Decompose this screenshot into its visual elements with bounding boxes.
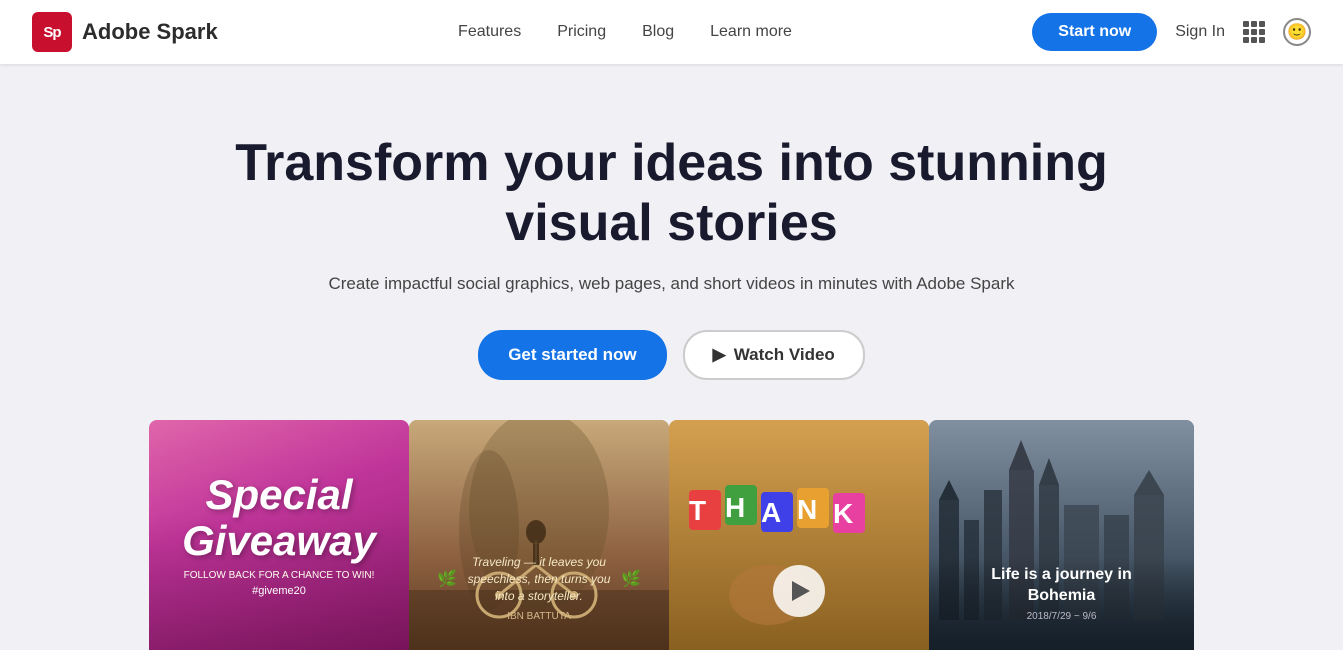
brand-name: Adobe Spark (82, 19, 218, 45)
svg-text:K: K (833, 498, 853, 529)
nav-learn-more[interactable]: Learn more (710, 23, 792, 40)
preview-card-giveaway[interactable]: Special Giveaway FOLLOW BACK FOR A CHANC… (149, 420, 409, 650)
bicycle-quote: Traveling — it leaves you speechless, th… (463, 554, 615, 604)
watch-video-label: Watch Video (734, 345, 835, 365)
giveaway-hashtag: #giveme20 (182, 585, 376, 597)
preview-card-thankyou[interactable]: T H A N K (669, 420, 929, 650)
nav-right: Start now Sign In 🙂 (1032, 13, 1311, 51)
preview-card-bicycle[interactable]: 🌿 Traveling — it leaves you speechless, … (409, 420, 669, 650)
play-button[interactable] (773, 565, 825, 617)
bohemia-title: Life is a journey in Bohemia (957, 565, 1166, 607)
account-icon[interactable]: 🙂 (1283, 18, 1311, 46)
logo-icon: Sp (32, 12, 72, 52)
start-now-button[interactable]: Start now (1032, 13, 1157, 51)
nav-features[interactable]: Features (458, 23, 521, 40)
svg-text:T: T (689, 495, 706, 526)
preview-strip: Special Giveaway FOLLOW BACK FOR A CHANC… (20, 420, 1323, 650)
bicycle-author: IBN BATTUTA (437, 611, 641, 622)
preview-card-bohemia[interactable]: Life is a journey in Bohemia 2018/7/29 ~… (929, 420, 1194, 650)
sign-in-link[interactable]: Sign In (1175, 23, 1225, 41)
nav-pricing[interactable]: Pricing (557, 23, 606, 40)
navbar: Sp Adobe Spark Features Pricing Blog Lea… (0, 0, 1343, 64)
play-icon: ▶ (713, 345, 726, 365)
hero-buttons: Get started now ▶ Watch Video (20, 330, 1323, 380)
bohemia-date: 2018/7/29 ~ 9/6 (957, 611, 1166, 622)
nav-links: Features Pricing Blog Learn more (458, 23, 792, 41)
play-triangle-icon (792, 581, 810, 601)
watch-video-button[interactable]: ▶ Watch Video (683, 330, 865, 380)
hero-headline: Transform your ideas into stunning visua… (222, 134, 1122, 254)
giveaway-sub: FOLLOW BACK FOR A CHANCE TO WIN! (182, 570, 376, 581)
logo-link[interactable]: Sp Adobe Spark (32, 12, 218, 52)
nav-blog[interactable]: Blog (642, 23, 674, 40)
hero-subheadline: Create impactful social graphics, web pa… (20, 274, 1323, 294)
get-started-button[interactable]: Get started now (478, 330, 666, 380)
giveaway-title: Special Giveaway (182, 472, 376, 564)
hero-section: Transform your ideas into stunning visua… (0, 64, 1343, 650)
app-grid-icon[interactable] (1243, 21, 1265, 43)
svg-text:H: H (725, 492, 745, 523)
